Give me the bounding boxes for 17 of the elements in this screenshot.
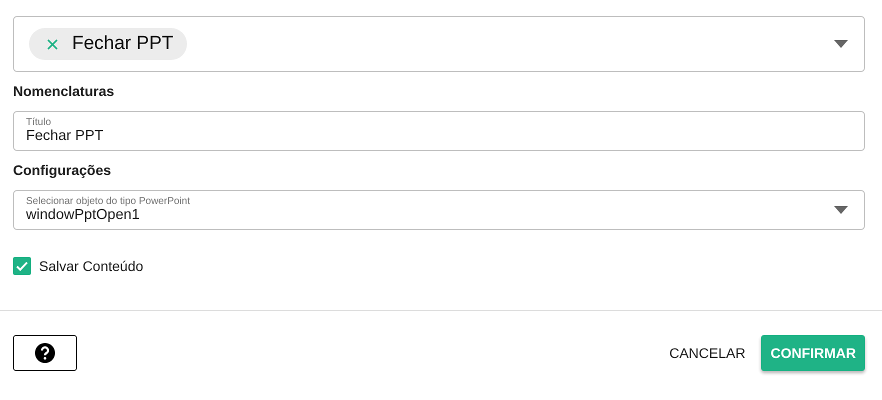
help-button[interactable] — [13, 335, 77, 371]
section-heading: Nomenclaturas — [13, 83, 114, 101]
action-select[interactable]: Fechar PPT — [13, 16, 865, 72]
select-field[interactable]: Selecionar objeto do tipo PowerPoint windowPptOpen1 — [13, 190, 865, 230]
help-icon — [35, 343, 55, 363]
field-label: Título — [26, 117, 52, 128]
section-heading: Configurações — [13, 162, 112, 180]
input-field[interactable]: Título Fechar PPT — [13, 111, 865, 151]
field-value: windowPptOpen1 — [26, 207, 141, 224]
checkbox-label: Salvar Conteúdo — [39, 258, 144, 274]
selected-chip[interactable]: Fechar PPT — [29, 28, 188, 60]
cancel-button[interactable]: CANCELAR — [669, 335, 746, 371]
field-value: Fechar PPT — [26, 128, 104, 145]
checkbox[interactable] — [13, 257, 31, 275]
dropdown-caret-icon[interactable] — [834, 40, 848, 48]
dropdown-caret-icon[interactable] — [834, 206, 848, 214]
field-label: Selecionar objeto do tipo PowerPoint — [26, 196, 190, 207]
